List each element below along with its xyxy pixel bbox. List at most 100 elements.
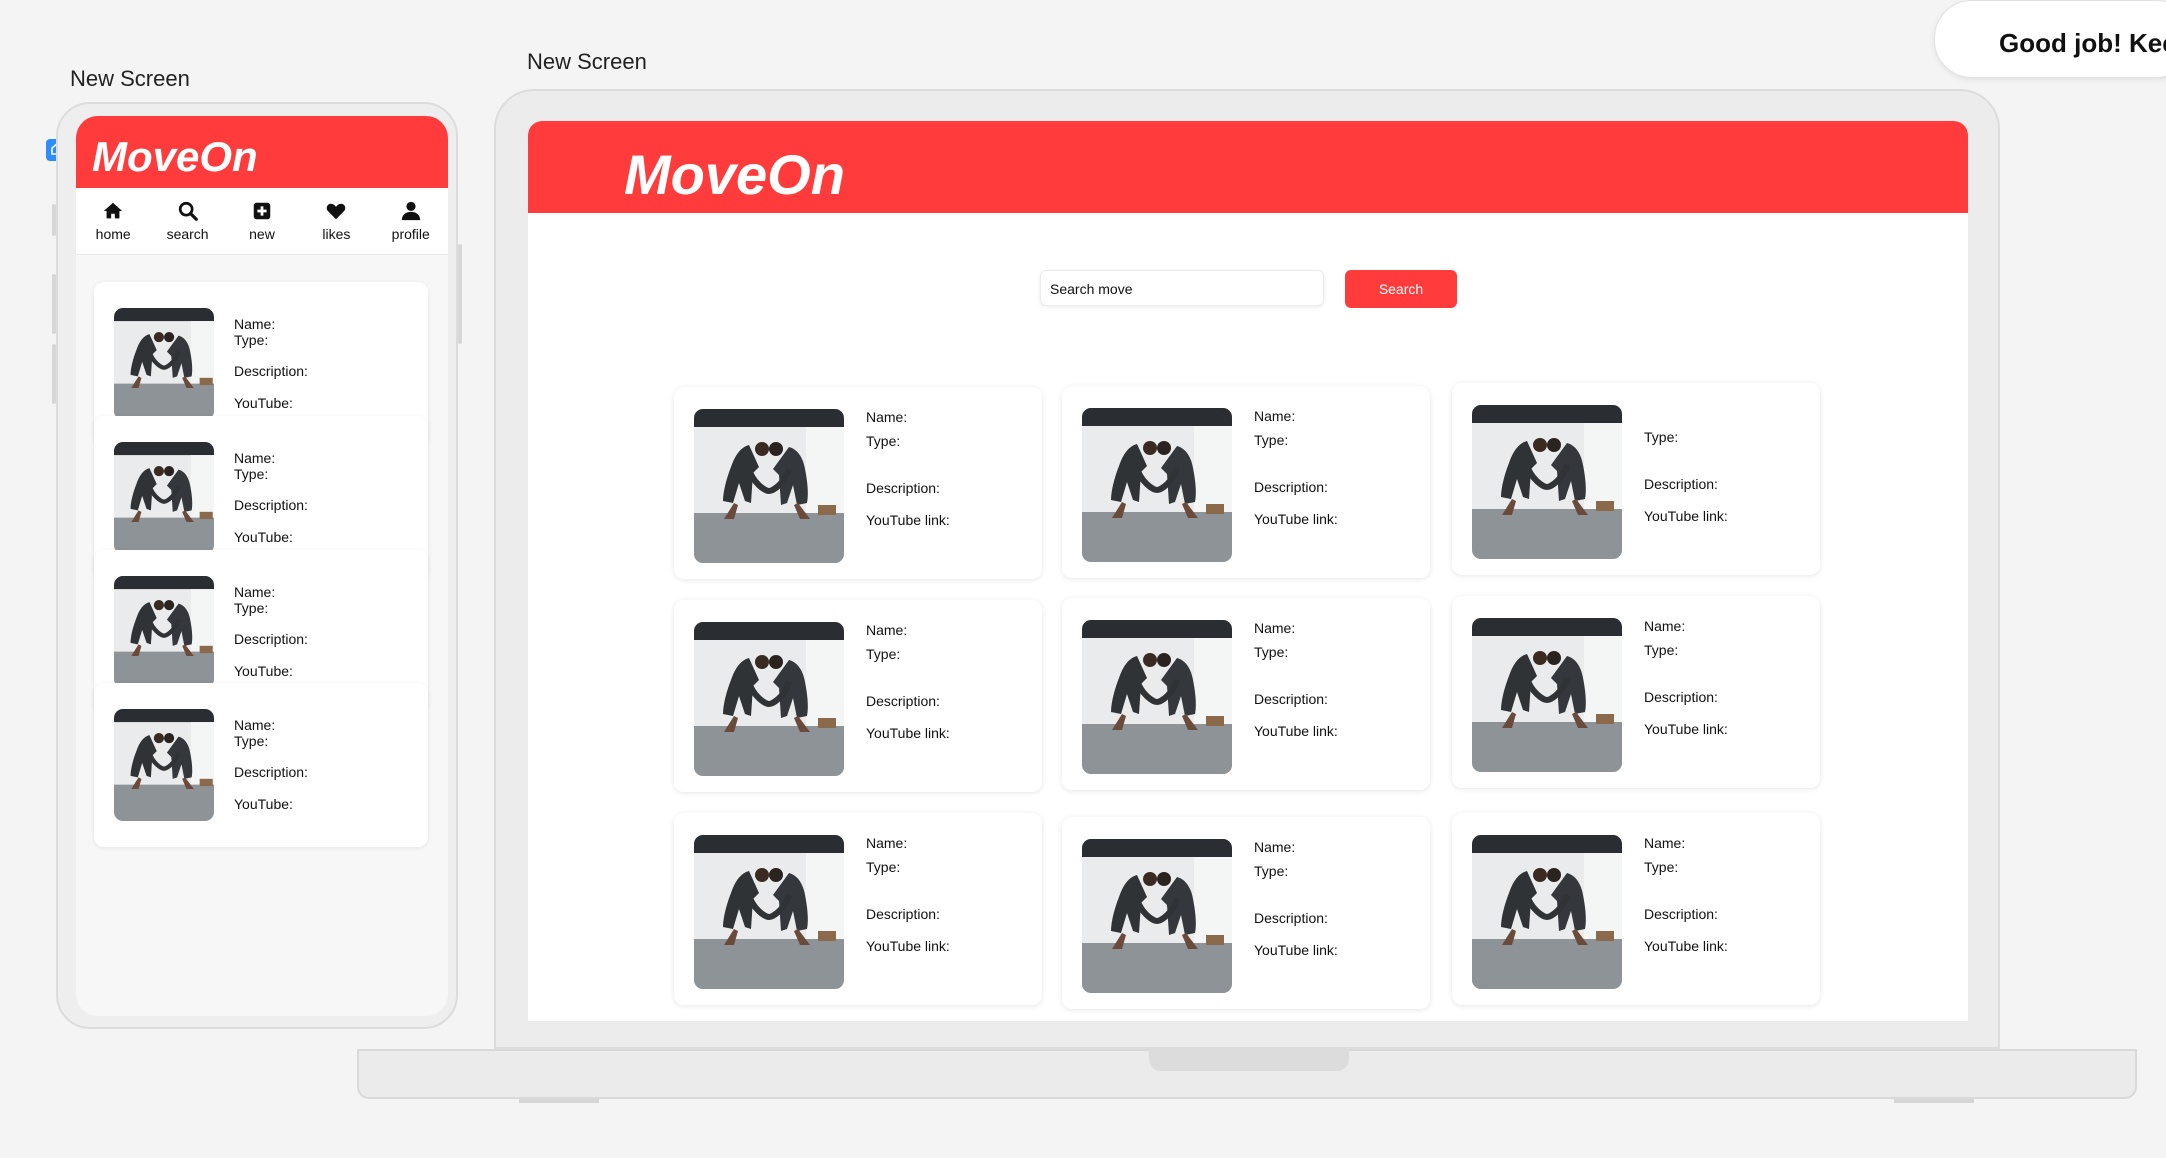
move-name-label: Name:: [1644, 835, 1686, 851]
move-description-label: Description:: [866, 480, 940, 496]
move-youtube-label: YouTube link:: [866, 512, 950, 528]
move-card[interactable]: Name: Type: Description: YouTube:: [94, 683, 428, 847]
nav-label: home: [95, 226, 131, 242]
move-thumbnail: [1082, 620, 1232, 774]
move-thumbnail: [694, 409, 844, 563]
move-card[interactable]: Name: Type: Description: YouTube link:: [1062, 598, 1430, 790]
nav-label: new: [249, 226, 275, 242]
move-name-label: Name:: [234, 717, 276, 733]
move-name-label: Name:: [234, 450, 276, 466]
nav-search[interactable]: search: [153, 188, 223, 254]
nav-label: profile: [391, 226, 430, 242]
move-description-label: Description:: [1644, 476, 1718, 492]
move-name-label: Name:: [1254, 408, 1296, 424]
move-name-label: Name:: [1254, 839, 1296, 855]
move-type-label: Type:: [866, 646, 901, 662]
move-description-label: Description:: [1644, 689, 1718, 705]
move-youtube-label: YouTube:: [234, 529, 293, 545]
move-type-label: Type:: [1254, 644, 1289, 660]
laptop-device: MoveOn Search move Search Name: Type: De…: [494, 89, 2000, 1049]
search-icon: [178, 201, 198, 221]
tablet-power-button: [458, 244, 462, 344]
move-card[interactable]: Name: Type: Description: YouTube link:: [1062, 386, 1430, 578]
home-icon: [104, 202, 123, 219]
move-name-label: Name:: [1644, 618, 1686, 634]
move-youtube-label: YouTube:: [234, 796, 293, 812]
move-description-label: Description:: [1254, 479, 1328, 495]
move-youtube-label: YouTube link:: [1254, 723, 1338, 739]
move-description-label: Description:: [1254, 910, 1328, 926]
move-youtube-label: YouTube link:: [866, 938, 950, 954]
move-youtube-label: YouTube link:: [1254, 942, 1338, 958]
move-thumbnail: [114, 308, 214, 420]
move-thumbnail: [114, 576, 214, 688]
nav-new[interactable]: new: [227, 188, 297, 254]
move-youtube-label: YouTube:: [234, 663, 293, 679]
laptop-notch: [1149, 1049, 1349, 1071]
bottom-nav: home search new likes profile: [76, 188, 448, 255]
toast-notification: Good job! Keep: [1934, 0, 2166, 78]
move-description-label: Description:: [234, 497, 308, 513]
move-description-label: Description:: [234, 631, 308, 647]
move-type-label: Type:: [1644, 859, 1679, 875]
tablet-frame-label: New Screen: [70, 66, 190, 91]
user-icon: [401, 201, 420, 221]
move-description-label: Description:: [1254, 691, 1328, 707]
move-description-label: Description:: [1644, 906, 1718, 922]
move-name-label: Name:: [234, 316, 276, 332]
move-description-label: Description:: [234, 764, 308, 780]
app-logo-desktop[interactable]: MoveOn: [528, 121, 1968, 213]
move-card[interactable]: Name: Type: Description: YouTube link:: [1452, 596, 1820, 788]
move-card[interactable]: Name: Type: Description: YouTube link:: [674, 387, 1042, 579]
move-card[interactable]: Name: Type: Description: YouTube link:: [1062, 817, 1430, 1009]
app-logo[interactable]: MoveOn: [76, 116, 448, 188]
move-thumbnail: [1472, 618, 1622, 772]
nav-likes[interactable]: likes: [301, 188, 371, 254]
move-type-label: Type:: [1254, 432, 1289, 448]
move-name-label: Name:: [866, 622, 908, 638]
move-description-label: Description:: [866, 693, 940, 709]
laptop-screen: MoveOn Search move Search Name: Type: De…: [528, 121, 1968, 1021]
move-thumbnail: [694, 835, 844, 989]
search-input[interactable]: Search move: [1040, 270, 1324, 306]
move-thumbnail: [1472, 835, 1622, 989]
move-type-label: Type:: [866, 859, 901, 875]
move-thumbnail: [1082, 408, 1232, 562]
nav-home[interactable]: home: [78, 188, 148, 254]
move-description-label: Description:: [866, 906, 940, 922]
laptop-base: [357, 1049, 2137, 1099]
move-type-label: Type:: [234, 600, 269, 616]
desktop-frame-label: New Screen: [527, 49, 647, 74]
move-card[interactable]: Name: Type: Description: YouTube link:: [674, 600, 1042, 792]
move-type-label: Type:: [234, 332, 269, 348]
move-thumbnail: [1472, 405, 1622, 559]
move-thumbnail: [694, 622, 844, 776]
nav-profile[interactable]: profile: [376, 188, 446, 254]
move-thumbnail: [114, 442, 214, 554]
move-youtube-label: YouTube link:: [1644, 721, 1728, 737]
move-thumbnail: [1082, 839, 1232, 993]
move-type-label: Type:: [234, 733, 269, 749]
move-type-label: Type:: [866, 433, 901, 449]
move-card[interactable]: Name: Type: Description: YouTube link:: [674, 813, 1042, 1005]
move-name-label: Name:: [866, 409, 908, 425]
heart-icon: [327, 203, 346, 220]
move-type-label: Type:: [1644, 429, 1679, 445]
move-name-label: Name:: [866, 835, 908, 851]
tablet-volume-down-button: [52, 344, 56, 404]
move-youtube-label: YouTube link:: [1644, 938, 1728, 954]
move-description-label: Description:: [234, 363, 308, 379]
move-type-label: Type:: [234, 466, 269, 482]
move-type-label: Type:: [1254, 863, 1289, 879]
move-card[interactable]: Type: Description: YouTube link:: [1452, 383, 1820, 575]
tablet-side-button: [52, 204, 56, 236]
move-card[interactable]: Name: Type: Description: YouTube link:: [1452, 813, 1820, 1005]
search-button[interactable]: Search: [1345, 270, 1457, 308]
nav-label: likes: [322, 226, 351, 242]
tablet-device: MoveOn home search new likes profile Nam…: [52, 102, 462, 1029]
move-name-label: Name:: [1254, 620, 1296, 636]
move-youtube-label: YouTube:: [234, 395, 293, 411]
nav-label: search: [166, 226, 209, 242]
plus-square-icon: [253, 202, 271, 220]
move-youtube-label: YouTube link:: [1254, 511, 1338, 527]
